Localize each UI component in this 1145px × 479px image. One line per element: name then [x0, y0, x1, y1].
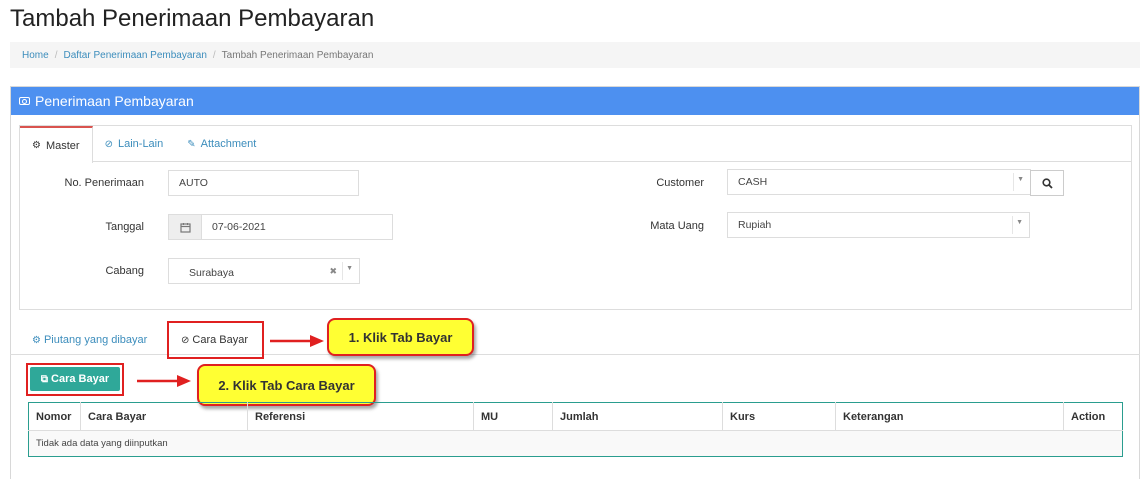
table-row: Tidak ada data yang diinputkan: [28, 430, 1123, 457]
breadcrumb-separator: /: [54, 49, 58, 61]
col-jumlah: Jumlah: [552, 402, 723, 431]
chevron-down-icon: ▼: [1017, 176, 1024, 183]
breadcrumb-home[interactable]: Home: [22, 50, 49, 61]
cogs-icon: ⚙: [32, 334, 41, 346]
col-action: Action: [1063, 402, 1123, 431]
col-mu: MU: [473, 402, 553, 431]
arrow-right-icon: [270, 335, 324, 347]
col-referensi: Referensi: [247, 402, 474, 431]
tanggal-input[interactable]: 07-06-2021: [201, 214, 393, 240]
check-circle-icon: ⊘: [104, 138, 113, 150]
table-empty-text: Tidak ada data yang diinputkan: [28, 430, 1123, 457]
calendar-icon[interactable]: [168, 214, 202, 240]
no-penerimaan-value: AUTO: [179, 177, 208, 189]
breadcrumb-current: Tambah Penerimaan Pembayaran: [221, 49, 374, 61]
tanggal-label: Tanggal: [105, 221, 144, 233]
breadcrumb-separator: /: [212, 49, 216, 61]
tab-lain-lain-label: Lain-Lain: [117, 138, 164, 150]
tanggal-value: 07-06-2021: [212, 221, 266, 233]
paperclip-icon: ✎: [187, 138, 196, 150]
callout-step1-text: 1. Klik Tab Bayar: [348, 329, 453, 345]
page-title: Tambah Penerimaan Pembayaran: [10, 5, 375, 32]
clear-icon[interactable]: ✖: [329, 266, 337, 277]
select-divider: [342, 262, 343, 280]
subtab-piutang-label: Piutang yang dibayar: [43, 334, 148, 346]
highlight-box-button: [26, 363, 124, 396]
tab-attachment[interactable]: ✎ Attachment: [175, 126, 268, 162]
subtab-piutang[interactable]: ⚙ Piutang yang dibayar: [32, 334, 147, 346]
no-penerimaan-input[interactable]: AUTO: [168, 170, 359, 196]
select-divider: [1013, 173, 1014, 191]
search-icon: [1041, 177, 1053, 189]
highlight-box-tab: [167, 321, 264, 359]
customer-search-button[interactable]: [1030, 170, 1064, 196]
tab-master-label: Master: [45, 139, 80, 152]
callout-step2: 2. Klik Tab Cara Bayar: [197, 364, 376, 406]
callout-step2-text: 2. Klik Tab Cara Bayar: [218, 377, 355, 393]
mata-uang-label: Mata Uang: [650, 220, 704, 232]
arrow-right-icon: [137, 375, 191, 387]
no-penerimaan-label: No. Penerimaan: [64, 177, 145, 189]
cara-bayar-table: Nomor Cara Bayar Referensi MU Jumlah Kur…: [28, 402, 1123, 457]
tab-attachment-label: Attachment: [200, 138, 257, 150]
breadcrumb: Home / Daftar Penerimaan Pembayaran / Ta…: [10, 42, 1140, 68]
tab-bar: ⚙ Master ⊘ Lain-Lain ✎ Attachment: [20, 126, 1131, 163]
chevron-down-icon: ▼: [1016, 219, 1023, 226]
col-kurs: Kurs: [722, 402, 836, 431]
mata-uang-select[interactable]: Rupiah ▼: [727, 212, 1030, 238]
breadcrumb-daftar[interactable]: Daftar Penerimaan Pembayaran: [63, 50, 206, 61]
table-header-row: Nomor Cara Bayar Referensi MU Jumlah Kur…: [28, 402, 1123, 431]
tab-master[interactable]: ⚙ Master: [20, 126, 93, 163]
cabang-label: Cabang: [105, 265, 144, 277]
cabang-select[interactable]: Surabaya ✖ ▼: [168, 258, 360, 284]
select-divider: [1012, 216, 1013, 234]
cogs-icon: ⚙: [32, 140, 41, 151]
callout-step1: 1. Klik Tab Bayar: [327, 318, 474, 356]
cabang-value: Surabaya: [189, 267, 234, 279]
tab-lain-lain[interactable]: ⊘ Lain-Lain: [93, 126, 176, 162]
col-keterangan: Keterangan: [835, 402, 1064, 431]
customer-select[interactable]: CASH ▼: [727, 169, 1031, 195]
customer-value: CASH: [738, 176, 768, 188]
panel-title: Penerimaan Pembayaran: [35, 93, 194, 109]
col-nomor: Nomor: [28, 402, 81, 431]
mata-uang-value: Rupiah: [738, 219, 772, 231]
col-cara-bayar: Cara Bayar: [80, 402, 248, 431]
panel-heading: Penerimaan Pembayaran: [11, 87, 1139, 115]
money-icon: [19, 97, 30, 105]
chevron-down-icon: ▼: [346, 265, 353, 272]
customer-label: Customer: [656, 177, 704, 189]
